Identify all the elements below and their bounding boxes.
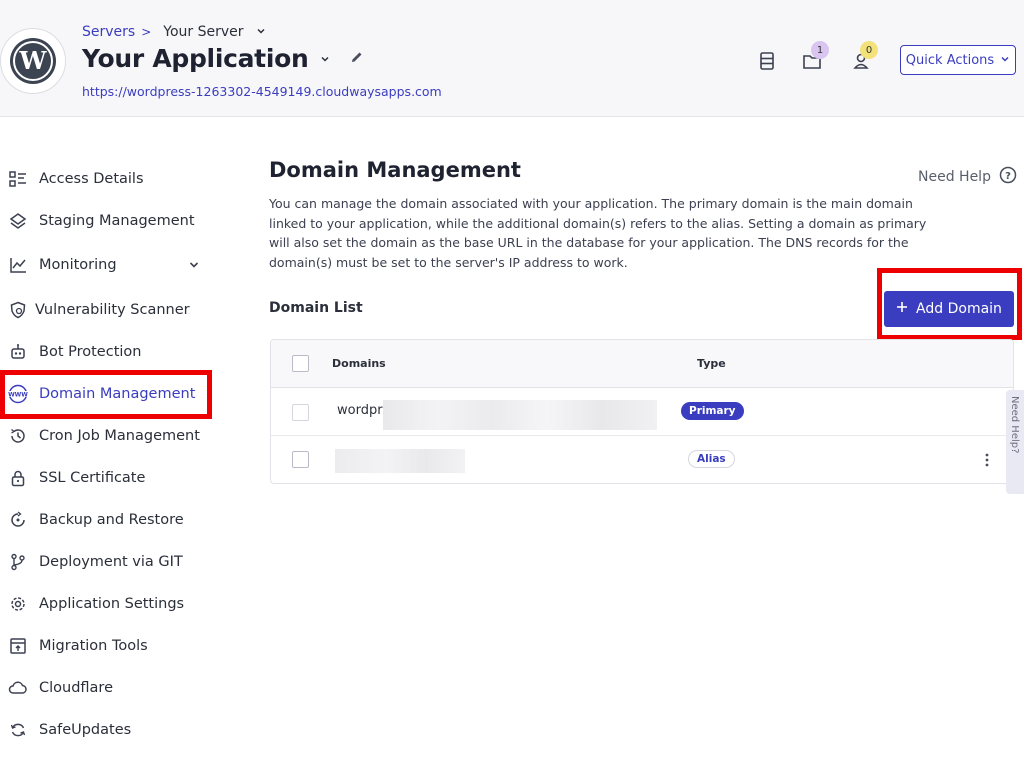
table-row[interactable]: wordpre Primary (271, 388, 1013, 436)
type-badge-alias: Alias (688, 450, 735, 468)
sidebar-item-migration-tools[interactable]: Migration Tools (0, 628, 215, 664)
sidebar-item-access-details[interactable]: Access Details (0, 161, 215, 197)
sidebar-item-label: Cron Job Management (39, 428, 200, 444)
sidebar-item-label: Access Details (39, 171, 144, 187)
column-header-domains: Domains (332, 357, 386, 370)
svg-text:W: W (19, 46, 48, 75)
sidebar-item-label: SSL Certificate (39, 470, 146, 486)
sidebar-item-cron-job-management[interactable]: Cron Job Management (0, 418, 215, 454)
quick-actions-button[interactable]: Quick Actions (900, 45, 1016, 75)
table-header: Domains Type (271, 340, 1013, 388)
plus-icon (896, 301, 908, 317)
clock-history-icon (8, 426, 28, 446)
access-details-icon (8, 169, 28, 189)
app-header: W Servers > Your Server Your Application… (0, 0, 1024, 117)
row-checkbox[interactable] (292, 404, 309, 421)
shield-scan-icon (8, 300, 28, 320)
sidebar-item-label: SafeUpdates (39, 722, 132, 738)
server-list-icon[interactable] (756, 50, 778, 72)
sidebar-item-label: Cloudflare (39, 680, 114, 696)
sidebar-item-label: Monitoring (39, 257, 117, 273)
sidebar-item-label: Deployment via GIT (39, 554, 183, 570)
domain-table: Domains Type wordpre Primary Alias (270, 339, 1014, 484)
sidebar-item-backup-and-restore[interactable]: Backup and Restore (0, 502, 215, 538)
sidebar-item-label: Bot Protection (39, 344, 142, 360)
need-help-side-tab[interactable]: Need Help? (1006, 390, 1024, 494)
sidebar-item-monitoring[interactable]: Monitoring (0, 247, 215, 283)
wordpress-logo-icon[interactable]: W (0, 28, 66, 94)
app-url-link[interactable]: https://wordpress-1263302-4549149.cloudw… (82, 84, 442, 99)
chevron-down-icon[interactable] (256, 24, 266, 40)
chevron-down-icon[interactable] (320, 49, 330, 68)
sidebar-item-application-settings[interactable]: Application Settings (0, 586, 215, 622)
app-title-row: Your Application (82, 44, 364, 73)
redacted-domain (335, 449, 465, 473)
chevron-down-icon (1000, 53, 1010, 68)
breadcrumb: Servers > Your Server (82, 24, 266, 40)
sidebar-item-label: Migration Tools (39, 638, 148, 654)
sidebar-item-deployment-via-git[interactable]: Deployment via GIT (0, 544, 215, 580)
table-row[interactable]: Alias (271, 436, 1013, 483)
app-title: Your Application (82, 44, 309, 73)
gear-icon (8, 594, 28, 614)
robot-icon (8, 342, 28, 362)
sidebar-item-ssl-certificate[interactable]: SSL Certificate (0, 460, 215, 496)
sidebar-item-label: Application Settings (39, 596, 185, 612)
breadcrumb-separator: > (141, 25, 152, 39)
sidebar-item-label: Staging Management (39, 213, 195, 229)
git-branch-icon (8, 552, 28, 572)
svg-text:?: ? (1005, 171, 1011, 182)
redacted-domain (383, 400, 657, 430)
users-badge: 0 (860, 41, 878, 59)
edit-pencil-icon[interactable] (350, 49, 364, 68)
column-header-type: Type (697, 357, 726, 370)
help-circle-icon: ? (999, 166, 1017, 188)
chart-line-icon (8, 255, 28, 275)
sidebar-item-cloudflare[interactable]: Cloudflare (0, 670, 215, 706)
row-checkbox[interactable] (292, 451, 309, 468)
type-badge-primary: Primary (681, 402, 744, 420)
add-domain-label: Add Domain (916, 301, 1002, 317)
need-help-link[interactable]: Need Help ? (918, 166, 1017, 188)
highlight-box-domain-management (0, 370, 212, 419)
refresh-icon (8, 720, 28, 740)
sidebar-item-vulnerability-scanner[interactable]: Vulnerability Scanner (0, 292, 215, 328)
layers-icon (8, 211, 28, 231)
page-title: Domain Management (269, 158, 521, 182)
folder-badge: 1 (811, 41, 829, 59)
sidebar-item-label: Vulnerability Scanner (35, 302, 190, 318)
side-tab-label: Need Help? (1009, 396, 1020, 454)
chevron-down-icon[interactable] (188, 256, 200, 275)
sidebar-item-safeupdates[interactable]: SafeUpdates (0, 712, 215, 748)
breadcrumb-server[interactable]: Your Server (163, 24, 243, 40)
sidebar-item-staging-management[interactable]: Staging Management (0, 203, 215, 239)
cloud-icon (8, 678, 28, 698)
lock-icon (8, 468, 28, 488)
add-domain-button[interactable]: Add Domain (884, 291, 1014, 327)
select-all-checkbox[interactable] (292, 355, 309, 372)
domain-list-title: Domain List (269, 300, 363, 316)
page-description: You can manage the domain associated wit… (269, 196, 927, 270)
more-vertical-icon[interactable] (979, 450, 995, 470)
quick-actions-label: Quick Actions (905, 52, 995, 68)
need-help-label: Need Help (918, 169, 991, 185)
sidebar-item-label: Backup and Restore (39, 512, 184, 528)
backup-icon (8, 510, 28, 530)
sidebar-item-bot-protection[interactable]: Bot Protection (0, 334, 215, 370)
migration-icon (8, 636, 28, 656)
breadcrumb-servers-link[interactable]: Servers (82, 24, 135, 40)
